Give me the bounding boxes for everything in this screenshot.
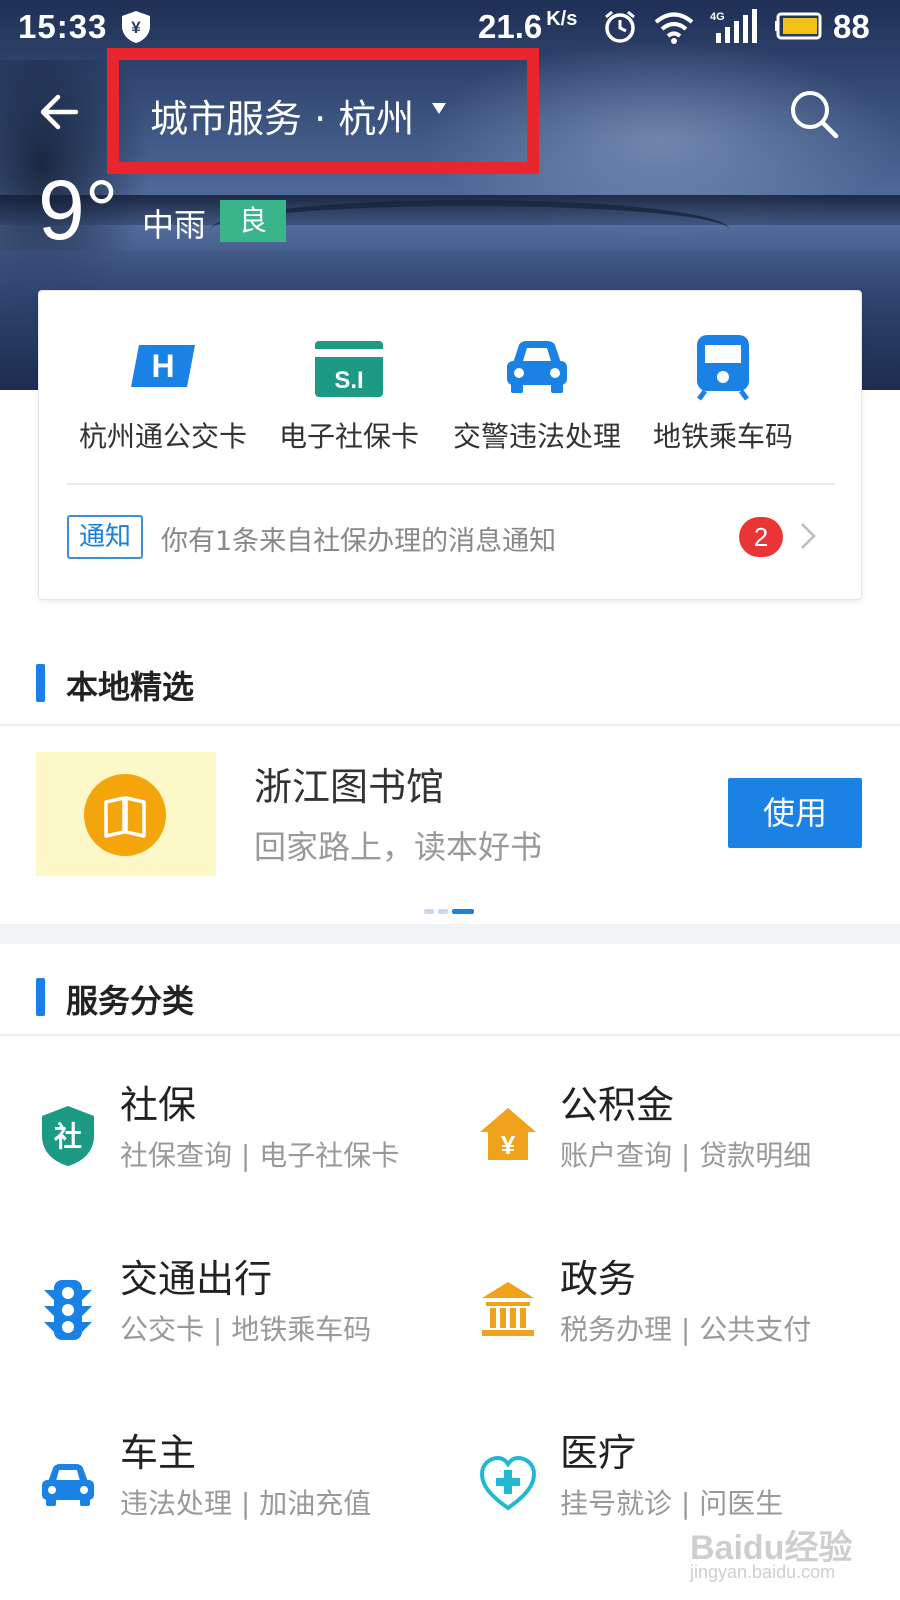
- bus-card-icon: H: [131, 345, 195, 387]
- chevron-right-icon: [801, 523, 816, 549]
- category-housing-fund[interactable]: ¥ 公积金 账户查询 | 贷款明细: [478, 1074, 900, 1214]
- city-title-selector[interactable]: 城市服务 · 杭州: [150, 88, 414, 143]
- alarm-icon: [605, 10, 635, 43]
- section-accent-bar: [36, 978, 45, 1016]
- quick-services-card: H 杭州通公交卡 S.I 电子社保卡 交警违法处理 地铁乘车码 通知 你有1条来…: [38, 290, 862, 600]
- status-time: 15:33: [18, 8, 108, 45]
- search-icon[interactable]: [788, 88, 840, 140]
- notice-count-badge: 2: [739, 517, 783, 557]
- watermark-url: jingyan.baidu.com: [690, 1562, 836, 1582]
- back-arrow-icon[interactable]: [36, 88, 84, 136]
- section-divider: [0, 724, 900, 726]
- category-subtitle: 公交卡 | 地铁乘车码: [120, 1313, 372, 1346]
- promo-circle: [84, 774, 166, 856]
- social-security-card-icon: S.I: [315, 341, 383, 397]
- svg-text:社: 社: [54, 1120, 82, 1153]
- category-subtitle: 账户查询 | 贷款明细: [560, 1139, 812, 1172]
- category-subtitle: 社保查询 | 电子社保卡: [120, 1139, 400, 1172]
- dropdown-caret-icon[interactable]: [432, 103, 446, 114]
- quick-bus-card[interactable]: H 杭州通公交卡: [63, 331, 263, 455]
- stethoscope-icon: [479, 1455, 537, 1511]
- section-divider: [0, 1034, 900, 1036]
- section-gap: [0, 924, 900, 944]
- quick-metro-code[interactable]: 地铁乘车码: [623, 331, 823, 455]
- quick-label: 地铁乘车码: [652, 420, 793, 453]
- category-transport[interactable]: 交通出行 公交卡 | 地铁乘车码: [38, 1248, 478, 1388]
- category-social-security[interactable]: 社 社保 社保查询 | 电子社保卡: [38, 1074, 478, 1214]
- government-building-icon: [482, 1282, 534, 1336]
- wifi-icon: [654, 12, 694, 44]
- car-icon: [507, 341, 567, 393]
- quick-label: 电子社保卡: [278, 420, 419, 453]
- svg-text:¥: ¥: [501, 1130, 516, 1160]
- category-subtitle: 违法处理 | 加油充值: [120, 1487, 372, 1520]
- quick-social-security-card[interactable]: S.I 电子社保卡: [249, 331, 449, 455]
- category-title: 交通出行: [120, 1257, 273, 1301]
- notice-tag: 通知: [67, 515, 143, 559]
- promo-title: 浙江图书馆: [254, 765, 445, 809]
- category-government[interactable]: 政务 税务办理 | 公共支付: [478, 1248, 900, 1388]
- temperature: 9°: [38, 163, 119, 257]
- svg-text:4G: 4G: [710, 11, 725, 23]
- quick-traffic-violation[interactable]: 交警违法处理: [437, 331, 637, 455]
- traffic-light-icon: [44, 1280, 92, 1340]
- local-picks-header: 本地精选: [0, 630, 900, 730]
- category-title: 医疗: [560, 1431, 637, 1475]
- carousel-dot: [424, 909, 434, 914]
- carousel-indicator: [424, 909, 478, 915]
- notice-row[interactable]: 通知 你有1条来自社保办理的消息通知 2: [39, 485, 863, 601]
- battery-icon: [775, 12, 822, 40]
- book-icon: [104, 796, 146, 838]
- signal-icon: 4G: [710, 9, 757, 43]
- category-title: 社保: [120, 1083, 197, 1127]
- svg-text:S.I: S.I: [334, 367, 363, 394]
- weather-condition: 中雨: [142, 206, 207, 244]
- battery-percent: 88: [833, 8, 870, 45]
- category-subtitle: 挂号就诊 | 问医生: [560, 1487, 784, 1520]
- section-accent-bar: [36, 664, 45, 702]
- car-icon: [42, 1464, 94, 1506]
- category-title: 公积金: [560, 1083, 675, 1127]
- svg-text:H: H: [151, 348, 174, 384]
- section-title: 本地精选: [66, 668, 195, 706]
- air-quality-badge: 良: [220, 200, 286, 242]
- promo-subtitle: 回家路上，读本好书: [254, 828, 543, 866]
- category-subtitle: 税务办理 | 公共支付: [560, 1313, 812, 1346]
- wallet-shield-icon: ¥: [122, 11, 150, 43]
- category-car-owner[interactable]: 车主 违法处理 | 加油充值: [38, 1422, 478, 1562]
- use-button[interactable]: 使用: [728, 778, 862, 848]
- house-yuan-icon: ¥: [480, 1108, 536, 1160]
- metro-icon: [697, 335, 749, 401]
- carousel-dot-active: [452, 909, 474, 914]
- notice-text: 你有1条来自社保办理的消息通知: [161, 526, 557, 557]
- category-title: 车主: [120, 1431, 197, 1475]
- svg-text:¥: ¥: [131, 18, 141, 37]
- section-title: 服务分类: [66, 982, 195, 1020]
- category-title: 政务: [560, 1257, 637, 1301]
- quick-label: 交警违法处理: [452, 420, 621, 453]
- status-speed: 21.6 K/s: [478, 8, 578, 45]
- carousel-dot: [438, 909, 448, 914]
- service-categories-header: 服务分类: [0, 944, 900, 1044]
- shield-icon: 社: [42, 1106, 94, 1166]
- promo-image[interactable]: [36, 752, 216, 876]
- quick-label: 杭州通公交卡: [78, 420, 247, 453]
